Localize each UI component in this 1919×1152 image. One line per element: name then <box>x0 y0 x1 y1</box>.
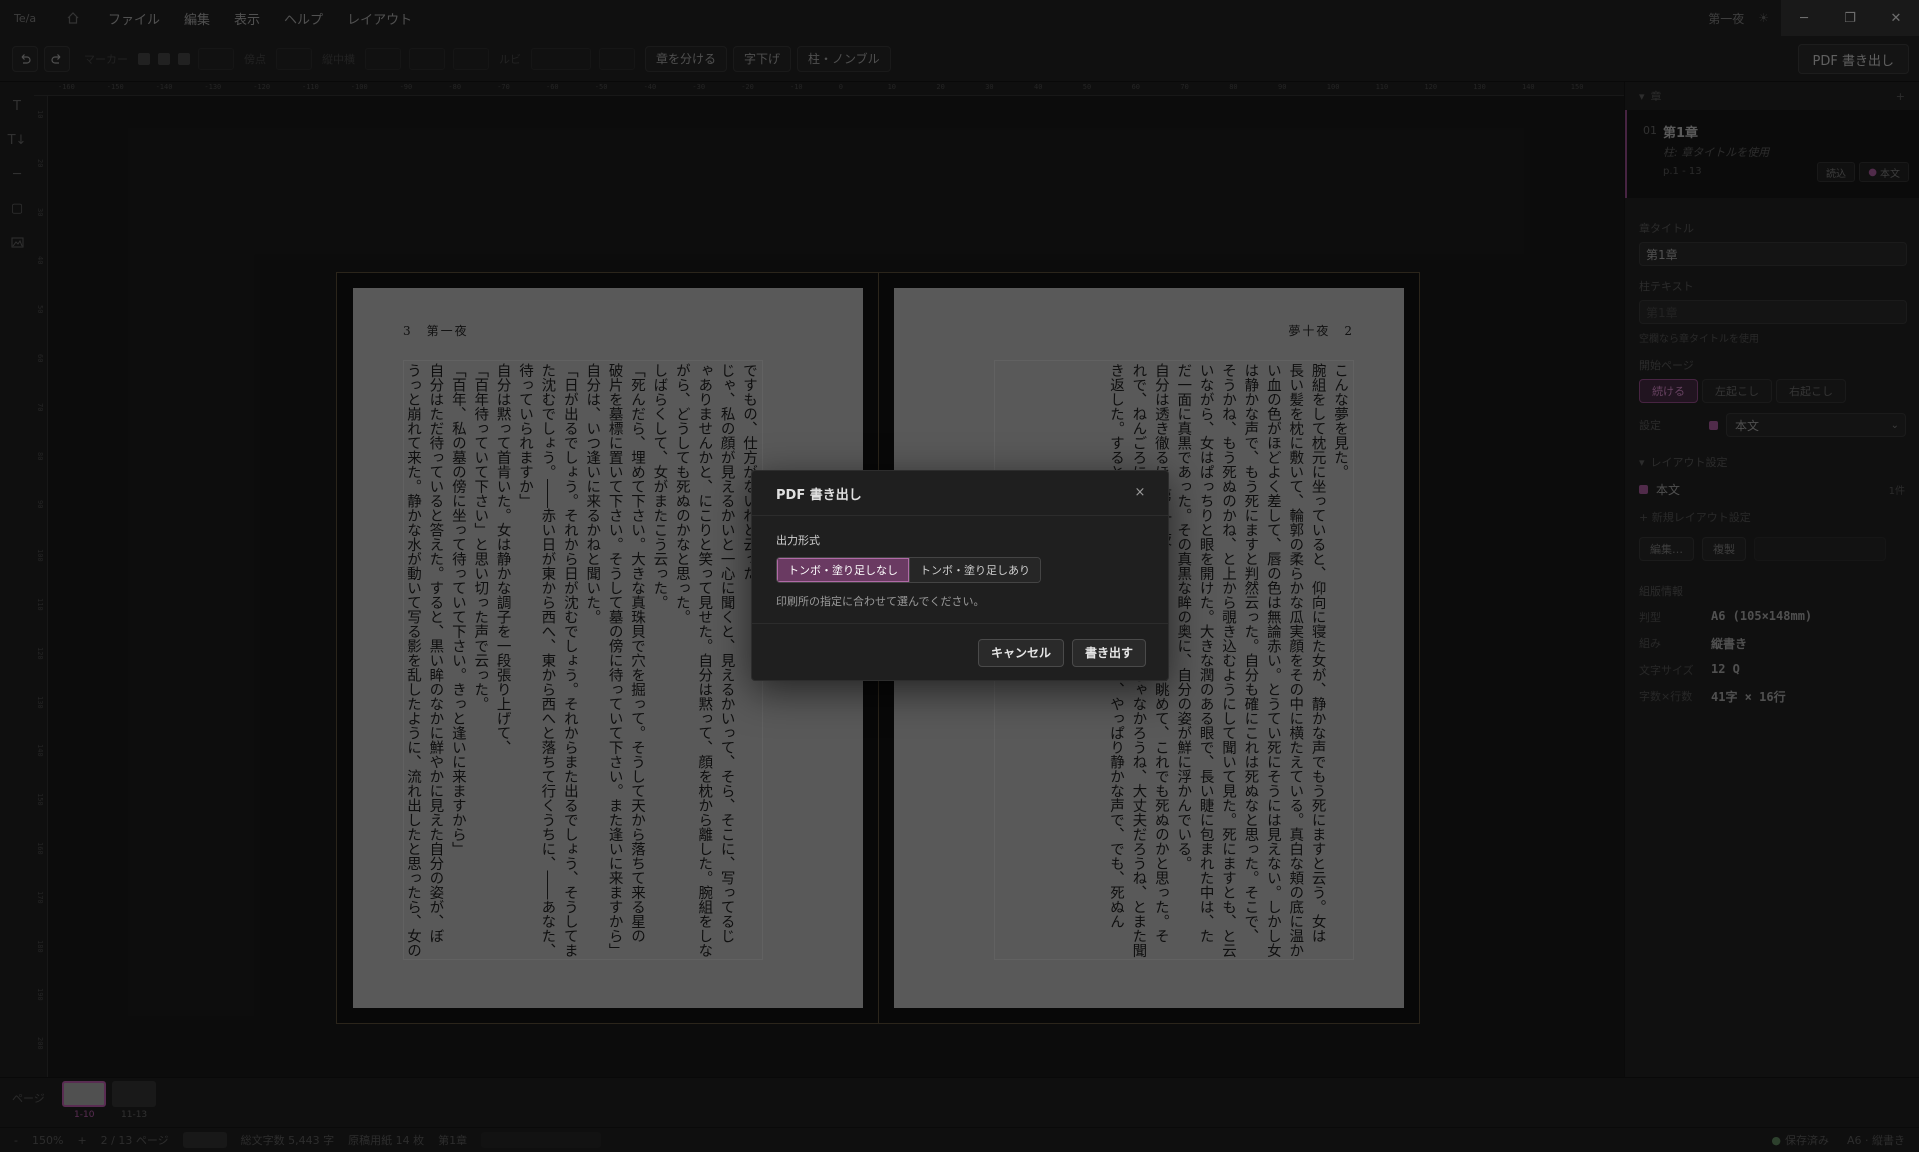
dialog-body: 出力形式 トンボ・塗り足しなし トンボ・塗り足しあり 印刷所の指定に合わせて選ん… <box>752 516 1168 609</box>
dialog-footer: キャンセル 書き出す <box>752 623 1168 681</box>
close-icon[interactable]: × <box>1132 484 1148 500</box>
export-button[interactable]: 書き出す <box>1071 638 1146 667</box>
dialog-header: PDF 書き出し × <box>752 471 1168 516</box>
cancel-button[interactable]: キャンセル <box>977 638 1064 667</box>
output-format-options: トンボ・塗り足しなし トンボ・塗り足しあり <box>776 557 1041 583</box>
output-format-label: 出力形式 <box>776 534 820 547</box>
dialog-title: PDF 書き出し <box>776 487 862 503</box>
pdf-export-dialog: PDF 書き出し × 出力形式 トンボ・塗り足しなし トンボ・塗り足しあり 印刷… <box>751 470 1169 681</box>
output-format-help: 印刷所の指定に合わせて選んでください。 <box>776 595 985 608</box>
option-with-bleed[interactable]: トンボ・塗り足しあり <box>909 558 1040 582</box>
option-no-bleed[interactable]: トンボ・塗り足しなし <box>777 558 909 582</box>
